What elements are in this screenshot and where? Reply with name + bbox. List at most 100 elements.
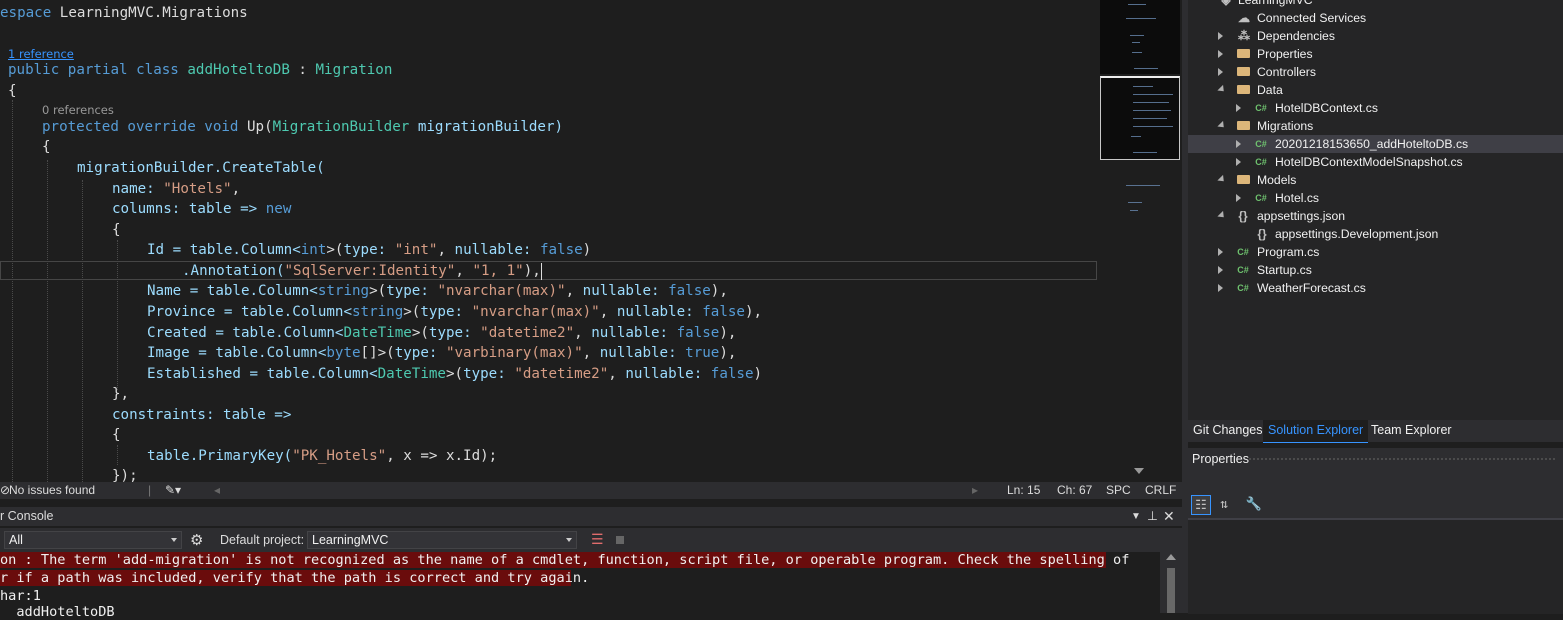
code-line-established-column: Established = table.Column<DateTime>(typ… (147, 366, 763, 382)
console-scrollbar[interactable] (1160, 552, 1182, 613)
collapse-arrow-icon[interactable] (1217, 120, 1227, 131)
categorized-view-icon[interactable]: ☷ (1191, 495, 1211, 515)
codelens-class-references[interactable]: 1 reference (8, 47, 74, 61)
tree-node-label: Migrations (1257, 119, 1314, 133)
tree-node-migrations[interactable]: Migrations (1217, 117, 1313, 135)
clear-console-icon[interactable]: ☰ (591, 531, 604, 548)
expand-arrow-icon[interactable] (1218, 32, 1223, 40)
minimap-viewport[interactable] (1100, 76, 1180, 160)
drag-grip[interactable] (1248, 457, 1555, 461)
minimap-mark (1131, 136, 1141, 137)
tree-node-controllers[interactable]: Controllers (1218, 63, 1316, 81)
package-source-dropdown[interactable]: All (4, 531, 182, 549)
code-line-createtable: migrationBuilder.CreateTable( (77, 160, 325, 176)
collapse-arrow-icon[interactable] (1217, 84, 1227, 95)
pin-icon[interactable]: ⊥ (1147, 507, 1158, 526)
collapse-arrow-icon[interactable] (1217, 174, 1227, 185)
code-line-province-column: Province = table.Column<string>(type: "n… (147, 304, 763, 320)
tree-node-label: Hotel.cs (1275, 191, 1320, 205)
console-output[interactable]: on : The term 'add-migration' is not rec… (0, 552, 1160, 620)
properties-object-selector[interactable] (1188, 470, 1563, 492)
minimap-mark (1126, 185, 1160, 186)
scroll-thumb[interactable] (1167, 568, 1175, 613)
issues-status[interactable]: No issues found (9, 482, 95, 499)
tree-node-startup[interactable]: C# Startup.cs (1218, 261, 1312, 279)
project-icon: ◈ (1221, 0, 1231, 7)
tree-node-hotel[interactable]: C# Hotel.cs (1236, 189, 1319, 207)
minimap-mark (1133, 86, 1153, 87)
settings-gear-icon[interactable]: ⚙ (190, 531, 203, 549)
minimap-mark (1130, 35, 1144, 36)
default-project-dropdown[interactable]: LearningMVC (307, 531, 577, 549)
minimap[interactable] (1100, 0, 1182, 482)
text-caret (540, 262, 542, 280)
tree-node-label: WeatherForecast.cs (1257, 281, 1366, 295)
chevron-down-icon (171, 538, 177, 542)
line-ending[interactable]: CRLF (1145, 482, 1176, 499)
minimap-mark (1128, 4, 1146, 5)
code-editor[interactable]: espace LearningMVC.Migrations 1 referenc… (0, 0, 1100, 482)
csharp-file-icon: C# (1237, 247, 1249, 257)
solution-explorer-tree[interactable]: ◈ LearningMVC ☁ Connected Services ⁂ Dep… (1188, 0, 1563, 420)
tree-node-label: 20201218153650_addHoteltoDB.cs (1275, 137, 1469, 151)
chevron-down-icon (566, 538, 572, 542)
tree-node-migration-file-selected[interactable]: C# 20201218153650_addHoteltoDB.cs (1188, 135, 1563, 153)
tree-node-dependencies[interactable]: ⁂ Dependencies (1218, 27, 1335, 45)
tree-node-hoteldbcontext[interactable]: C# HotelDBContext.cs (1236, 99, 1378, 117)
collapse-arrow-icon[interactable] (1217, 210, 1227, 221)
tree-node-label: Dependencies (1257, 29, 1335, 43)
minimap-mark (1132, 52, 1142, 53)
tree-node-model-snapshot[interactable]: C# HotelDBContextModelSnapshot.cs (1236, 153, 1463, 171)
alphabetical-sort-icon[interactable]: ⇅ (1214, 495, 1234, 515)
expand-arrow-icon[interactable] (1218, 284, 1223, 292)
tree-node-label: Program.cs (1257, 245, 1320, 259)
scroll-up-arrow-icon[interactable] (1166, 554, 1176, 560)
tree-node-weatherforecast[interactable]: C# WeatherForecast.cs (1218, 279, 1366, 297)
csharp-file-icon: C# (1255, 193, 1267, 203)
tree-node-appsettings[interactable]: {} appsettings.json (1217, 207, 1345, 225)
property-pages-wrench-icon[interactable]: 🔧 (1244, 495, 1264, 515)
tab-git-changes[interactable]: Git Changes (1188, 420, 1267, 442)
line-number[interactable]: Ln: 15 (1007, 482, 1040, 499)
scroll-right-arrow-icon[interactable]: ▸ (972, 482, 978, 499)
dependencies-icon: ⁂ (1238, 29, 1250, 43)
brush-icon[interactable]: ✎▾ (165, 482, 181, 499)
csharp-file-icon: C# (1255, 103, 1267, 113)
tree-node-models[interactable]: Models (1217, 171, 1296, 189)
code-line-columns: columns: table => new (112, 201, 292, 217)
expand-arrow-icon[interactable] (1236, 194, 1241, 202)
expand-arrow-icon[interactable] (1236, 158, 1241, 166)
tree-node-connected-services[interactable]: ☁ Connected Services (1236, 9, 1366, 27)
codelens-method-references[interactable]: 0 references (42, 103, 114, 117)
properties-grid[interactable] (1188, 519, 1563, 614)
minimap-region[interactable] (1100, 0, 1180, 74)
expand-arrow-icon[interactable] (1218, 50, 1223, 58)
indent-guide (47, 160, 48, 482)
column-number[interactable]: Ch: 67 (1057, 482, 1092, 499)
tree-node-properties[interactable]: Properties (1218, 45, 1313, 63)
scroll-down-arrow-icon[interactable] (1134, 468, 1144, 474)
tree-node-project[interactable]: ◈ LearningMVC (1218, 0, 1312, 9)
tab-team-explorer[interactable]: Team Explorer (1366, 420, 1457, 442)
scroll-left-arrow-icon[interactable]: ◂ (214, 482, 220, 499)
close-icon[interactable]: ✕ (1163, 507, 1175, 526)
tab-solution-explorer[interactable]: Solution Explorer (1263, 420, 1369, 443)
expand-arrow-icon[interactable] (1236, 140, 1241, 148)
expand-arrow-icon[interactable] (1236, 104, 1241, 112)
tree-node-data[interactable]: Data (1217, 81, 1283, 99)
code-line-namespace: espace LearningMVC.Migrations (0, 5, 248, 21)
tree-node-appsettings-development[interactable]: {} appsettings.Development.json (1254, 225, 1438, 243)
package-source-value: All (9, 533, 23, 547)
expand-arrow-icon[interactable] (1218, 68, 1223, 76)
stop-icon[interactable] (616, 536, 624, 544)
dropdown-arrow-icon[interactable]: ▼ (1131, 507, 1141, 526)
expand-arrow-icon[interactable] (1218, 266, 1223, 274)
expand-arrow-icon[interactable] (1218, 248, 1223, 256)
minimap-mark (1133, 110, 1171, 111)
whitespace-mode[interactable]: SPC (1106, 482, 1131, 499)
tree-node-program[interactable]: C# Program.cs (1218, 243, 1319, 261)
code-line-constraints: constraints: table => (112, 407, 292, 423)
minimap-mark (1133, 152, 1157, 153)
cloud-icon: ☁ (1238, 11, 1250, 25)
console-error-line: r if a path was included, verify that th… (0, 570, 590, 586)
